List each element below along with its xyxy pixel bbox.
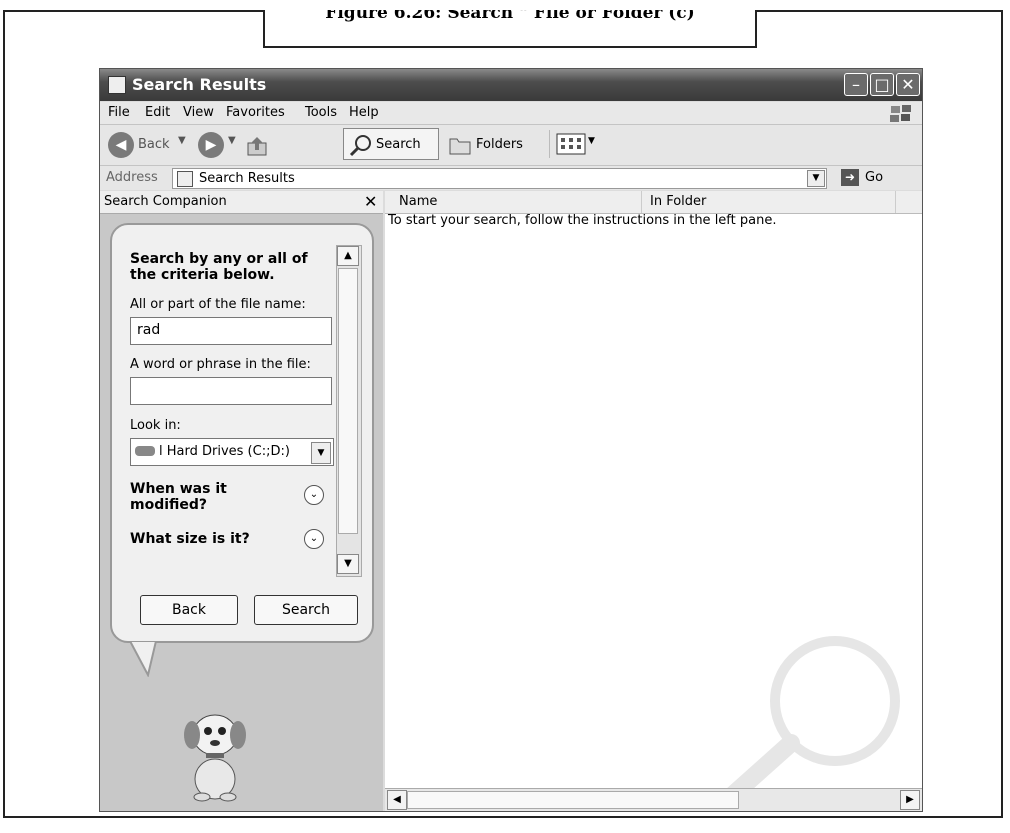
- search-results-small-icon: [177, 171, 193, 187]
- scroll-thumb[interactable]: [338, 268, 358, 534]
- expand-modified-icon[interactable]: ⌄: [304, 485, 324, 505]
- menu-help[interactable]: Help: [349, 105, 379, 120]
- size-label[interactable]: What size is it?: [130, 531, 250, 547]
- bubble-tail: [128, 641, 158, 677]
- hard-drive-icon: [135, 446, 155, 456]
- address-bar: Address Search Results ▼ ➜ Go: [100, 166, 922, 190]
- views-dropdown-icon: ▼: [588, 136, 595, 146]
- address-label: Address: [106, 170, 158, 185]
- address-input[interactable]: Search Results ▼: [172, 168, 827, 189]
- search-dog-icon[interactable]: [170, 703, 260, 803]
- title-bar: Search Results – □ ✕: [100, 69, 922, 101]
- minimize-button[interactable]: –: [844, 73, 868, 96]
- up-folder-icon[interactable]: [245, 133, 271, 159]
- scroll-right-icon[interactable]: ▶: [900, 790, 920, 810]
- menu-edit[interactable]: Edit: [145, 105, 170, 120]
- search-button[interactable]: Search: [254, 595, 358, 625]
- lookin-dropdown-icon[interactable]: ▼: [311, 442, 331, 464]
- address-dropdown-icon[interactable]: ▼: [807, 170, 825, 187]
- views-icon: [556, 133, 586, 155]
- maximize-button[interactable]: □: [870, 73, 894, 96]
- results-message: To start your search, follow the instruc…: [388, 213, 777, 228]
- scroll-left-icon[interactable]: ◀: [387, 790, 407, 810]
- results-column-header: Name In Folder: [385, 191, 922, 214]
- go-arrow-icon[interactable]: ➜: [841, 169, 859, 186]
- horizontal-scrollbar[interactable]: ◀ ▶: [385, 788, 922, 811]
- forward-arrow-icon[interactable]: ▶: [198, 132, 224, 158]
- search-criteria-bubble: Search by any or all of the criteria bel…: [110, 223, 374, 643]
- forward-dropdown-icon[interactable]: ▼: [228, 135, 236, 146]
- search-toolbar-label: Search: [376, 137, 421, 152]
- search-companion-pane: Search Companion ✕ Search by any or all …: [100, 191, 383, 811]
- back-button-label[interactable]: Back: [138, 137, 170, 152]
- filename-label: All or part of the file name:: [130, 297, 306, 312]
- results-pane: Name In Folder To start your search, fol…: [385, 191, 922, 811]
- magnifier-watermark-icon: [706, 636, 900, 811]
- criteria-scrollbar[interactable]: ▲ ▼: [336, 245, 362, 577]
- views-button[interactable]: ▼: [549, 130, 604, 158]
- windows-logo-icon: [890, 105, 911, 122]
- column-in-folder[interactable]: In Folder: [650, 194, 706, 209]
- lookin-value: l Hard Drives (C:;D:): [159, 444, 290, 459]
- menu-favorites[interactable]: Favorites: [226, 105, 285, 120]
- window-title: Search Results: [132, 75, 267, 94]
- menu-view[interactable]: View: [183, 105, 214, 120]
- search-results-icon: [108, 76, 126, 94]
- folders-toolbar-label[interactable]: Folders: [476, 137, 523, 152]
- search-window: Search Results – □ ✕ File Edit View Favo…: [99, 68, 923, 812]
- filename-input[interactable]: rad: [130, 317, 332, 345]
- modified-label[interactable]: When was it modified?: [130, 481, 250, 513]
- back-button[interactable]: Back: [140, 595, 238, 625]
- go-button-label[interactable]: Go: [865, 170, 883, 185]
- figure-frame: Figure 6.26: Search " File or Folder (c)…: [3, 10, 1003, 818]
- menu-bar: File Edit View Favorites Tools Help: [100, 102, 922, 124]
- folders-icon[interactable]: [448, 134, 472, 156]
- close-pane-icon[interactable]: ✕: [364, 192, 377, 211]
- horizontal-scroll-thumb[interactable]: [407, 791, 739, 809]
- lookin-label: Look in:: [130, 418, 181, 433]
- filename-value: rad: [137, 322, 161, 338]
- back-dropdown-icon[interactable]: ▼: [178, 135, 186, 146]
- phrase-input[interactable]: [130, 377, 332, 405]
- scroll-up-icon[interactable]: ▲: [337, 246, 359, 266]
- menu-file[interactable]: File: [108, 105, 130, 120]
- column-name[interactable]: Name: [399, 194, 437, 209]
- scroll-down-icon[interactable]: ▼: [337, 554, 359, 574]
- address-value: Search Results: [199, 171, 295, 186]
- search-icon: [349, 135, 371, 157]
- search-toolbar-button[interactable]: Search: [343, 128, 439, 160]
- close-button[interactable]: ✕: [896, 73, 920, 96]
- expand-size-icon[interactable]: ⌄: [304, 529, 324, 549]
- criteria-heading: Search by any or all of the criteria bel…: [130, 251, 308, 283]
- back-arrow-icon[interactable]: ◀: [108, 132, 134, 158]
- lookin-select[interactable]: l Hard Drives (C:;D:) ▼: [130, 438, 334, 466]
- phrase-label: A word or phrase in the file:: [130, 357, 311, 372]
- search-companion-title: Search Companion: [104, 194, 227, 209]
- toolbar: ◀ Back ▼ ▶ ▼ Search Folders ▼: [100, 124, 922, 166]
- figure-caption: Figure 6.26: Search " File or Folder (c): [263, 10, 757, 48]
- menu-tools[interactable]: Tools: [305, 105, 337, 120]
- search-companion-header: Search Companion ✕: [100, 191, 383, 214]
